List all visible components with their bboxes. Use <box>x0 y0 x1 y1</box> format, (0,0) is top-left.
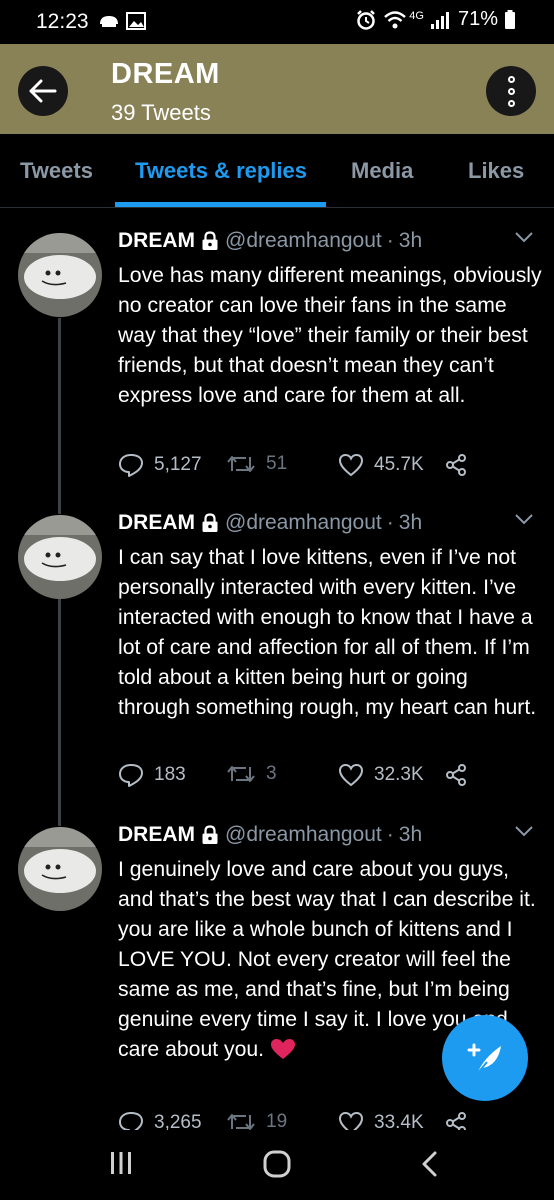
profile-header: DREAM 39 Tweets <box>0 44 554 134</box>
like-count: 33.4K <box>374 1112 424 1130</box>
reply-count: 3,265 <box>154 1112 202 1130</box>
tweet[interactable]: DREAM @dreamhangout · 3h I can say that … <box>0 511 554 811</box>
handle[interactable]: @dreamhangout <box>225 511 382 535</box>
tweet-header: DREAM @dreamhangout · 3h <box>118 229 422 253</box>
retweet-icon <box>227 456 255 472</box>
red-heart-emoji-icon <box>270 1039 295 1059</box>
dream-smiley-avatar <box>18 515 102 599</box>
header-title: DREAM <box>111 58 220 90</box>
retweet-icon <box>227 766 255 782</box>
avatar[interactable] <box>18 827 102 911</box>
separator: · <box>386 511 394 534</box>
reply-button[interactable]: 183 <box>118 763 186 787</box>
heart-icon <box>338 453 364 477</box>
reply-button[interactable]: 5,127 <box>118 453 202 477</box>
retweet-button[interactable]: 51 <box>226 453 287 475</box>
like-button[interactable]: 32.3K <box>338 763 424 787</box>
share-button[interactable] <box>444 763 468 787</box>
timestamp[interactable]: 3h <box>399 511 422 535</box>
timestamp[interactable]: 3h <box>399 229 422 253</box>
lock-icon <box>201 231 219 251</box>
separator: · <box>386 823 394 846</box>
active-tab-indicator <box>115 202 326 207</box>
separator: · <box>386 229 394 252</box>
back-button[interactable] <box>18 66 68 116</box>
share-icon <box>446 764 466 786</box>
display-name[interactable]: DREAM <box>118 823 195 847</box>
display-name[interactable]: DREAM <box>118 229 195 253</box>
system-navigation-bar <box>0 1130 554 1200</box>
lock-icon <box>201 513 219 533</box>
notification-icon <box>100 16 118 27</box>
status-right: 4G 71% <box>355 8 516 31</box>
heart-icon <box>338 1111 364 1130</box>
status-time: 12:23 <box>36 10 89 33</box>
retweet-count: 51 <box>266 453 288 474</box>
reply-count: 5,127 <box>154 454 202 475</box>
share-button[interactable] <box>444 1111 468 1130</box>
avatar[interactable] <box>18 515 102 599</box>
back-icon[interactable] <box>418 1150 442 1178</box>
network-type: 4G <box>409 9 424 22</box>
profile-tabs: Tweets Tweets & replies Media Likes <box>0 134 554 208</box>
tweet-actions: 183 3 32.3K <box>118 763 538 793</box>
arrow-left-icon <box>29 79 57 103</box>
compose-tweet-button[interactable] <box>442 1015 528 1101</box>
retweet-button[interactable]: 3 <box>226 763 277 785</box>
reply-count: 183 <box>154 764 186 785</box>
vertical-dots-icon <box>507 75 515 83</box>
avatar[interactable] <box>18 233 102 317</box>
alarm-icon <box>357 9 376 30</box>
compose-feather-icon <box>467 1043 501 1075</box>
tab-tweets-replies[interactable]: Tweets & replies <box>135 158 307 184</box>
tweet-actions: 5,127 51 45.7K <box>118 453 538 483</box>
tweet-text: Love has many different meanings, obviou… <box>118 264 542 407</box>
status-bar: 12:23 4G 71% <box>0 0 554 44</box>
reply-icon <box>119 1112 143 1130</box>
wifi-icon <box>384 10 407 28</box>
tab-likes[interactable]: Likes <box>468 158 524 184</box>
reply-icon <box>119 764 143 787</box>
chevron-down-icon[interactable] <box>514 231 534 243</box>
battery-percent: 71% <box>457 8 498 30</box>
more-button[interactable] <box>486 66 536 116</box>
retweet-icon <box>227 1114 255 1130</box>
tweet-header: DREAM @dreamhangout · 3h <box>118 511 422 535</box>
handle[interactable]: @dreamhangout <box>225 229 382 253</box>
home-icon[interactable] <box>262 1150 292 1178</box>
display-name[interactable]: DREAM <box>118 511 195 535</box>
retweet-button[interactable]: 19 <box>226 1111 287 1130</box>
timestamp[interactable]: 3h <box>399 823 422 847</box>
tweet-header: DREAM @dreamhangout · 3h <box>118 823 422 847</box>
battery-icon <box>505 9 515 29</box>
retweet-count: 19 <box>266 1111 288 1130</box>
chevron-down-icon[interactable] <box>514 825 534 837</box>
recents-icon[interactable] <box>108 1150 134 1176</box>
tab-media[interactable]: Media <box>351 158 413 184</box>
reply-icon <box>119 454 143 477</box>
handle[interactable]: @dreamhangout <box>225 823 382 847</box>
tab-tweets[interactable]: Tweets <box>20 158 93 184</box>
tweet[interactable]: DREAM @dreamhangout · 3h Love has many d… <box>0 229 554 509</box>
like-button[interactable]: 33.4K <box>338 1111 424 1130</box>
heart-icon <box>338 763 364 787</box>
image-icon <box>126 12 146 30</box>
retweet-count: 3 <box>266 763 277 784</box>
tweet-actions: 3,265 19 33.4K <box>118 1111 538 1130</box>
share-icon <box>446 1112 466 1130</box>
chevron-down-icon[interactable] <box>514 513 534 525</box>
tweet-count: 39 Tweets <box>111 100 211 125</box>
like-count: 32.3K <box>374 764 424 785</box>
signal-icon <box>430 11 449 29</box>
like-count: 45.7K <box>374 454 424 475</box>
like-button[interactable]: 45.7K <box>338 453 424 477</box>
share-button[interactable] <box>444 453 468 477</box>
lock-icon <box>201 825 219 845</box>
dream-smiley-avatar <box>18 233 102 317</box>
share-icon <box>446 454 466 476</box>
reply-button[interactable]: 3,265 <box>118 1111 202 1130</box>
tweet-text: I can say that I love kittens, even if I… <box>118 546 537 719</box>
dream-smiley-avatar <box>18 827 102 911</box>
